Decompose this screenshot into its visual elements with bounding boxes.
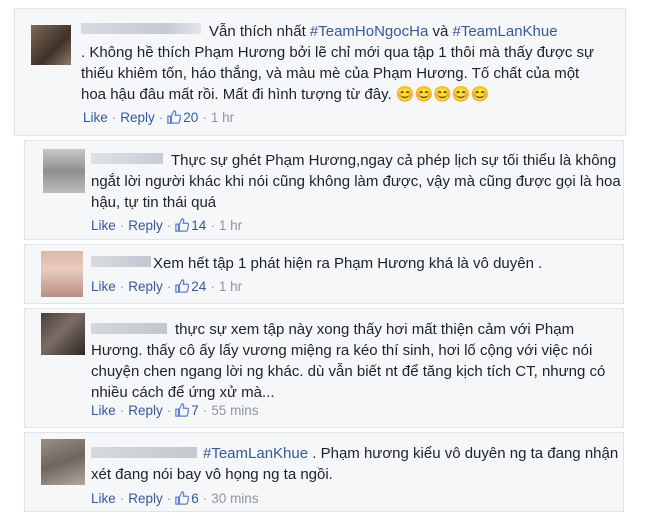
comment-actions: Like · Reply · 20 · 1 hr [83,110,235,125]
reply-link[interactable]: Reply [128,491,163,506]
avatar[interactable] [41,439,85,485]
comment-text: thực sự xem tập này xong thấy hơi mất th… [91,319,621,403]
thumbs-up-icon[interactable] [175,218,190,232]
like-count[interactable]: 24 [191,279,206,294]
emoji-row: 😊😊😊😊😊 [395,86,490,103]
hashtag-link[interactable]: #TeamLanKhue [203,445,308,462]
comment-text: Xem hết tập 1 phát hiện ra Phạm Hương kh… [91,253,621,274]
like-link[interactable]: Like [91,218,116,233]
comment-card: Thực sự ghét Phạm Hương,ngay cả phép lịc… [24,140,624,240]
comment-card: Xem hết tập 1 phát hiện ra Phạm Hương kh… [24,244,624,304]
comment-text: #TeamLanKhue . Phạm hương kiểu vô duyên … [91,443,621,485]
thumbs-up-icon[interactable] [175,491,190,505]
comment-actions: Like · Reply · 14 · 1 hr [91,218,243,233]
comment-actions: Like · Reply · 7 · 55 mins [91,403,259,418]
comment-body: . Không hề thích Phạm Hương bởi lẽ chỉ m… [81,44,595,103]
reply-link[interactable]: Reply [128,279,163,294]
avatar[interactable] [43,149,85,193]
like-link[interactable]: Like [83,110,108,125]
avatar[interactable] [31,25,71,65]
timestamp[interactable]: 1 hr [219,279,242,294]
like-link[interactable]: Like [91,403,116,418]
comment-lead: Vẫn thích nhất [209,23,310,40]
comment-text: Thực sự ghét Phạm Hương,ngay cả phép lịc… [91,150,621,213]
like-count[interactable]: 20 [183,110,198,125]
thumbs-up-icon[interactable] [167,110,182,124]
reply-link[interactable]: Reply [128,403,163,418]
comment-card: thực sự xem tập này xong thấy hơi mất th… [24,308,624,428]
comment-body: Xem hết tập 1 phát hiện ra Phạm Hương kh… [153,255,543,272]
thumbs-up-icon[interactable] [175,403,190,417]
timestamp[interactable]: 30 mins [211,491,258,506]
comment-body: . Phạm hương kiểu vô duyên ng ta đang nh… [91,445,619,483]
like-count[interactable]: 7 [191,403,199,418]
avatar[interactable] [41,251,83,297]
timestamp[interactable]: 55 mins [211,403,258,418]
like-count[interactable]: 6 [191,491,199,506]
hashtag-link[interactable]: #TeamLanKhue [452,23,557,40]
comment-body: Thực sự ghét Phạm Hương,ngay cả phép lịc… [91,152,621,211]
thumbs-up-icon[interactable] [175,279,190,293]
comment-card: #TeamLanKhue . Phạm hương kiểu vô duyên … [24,432,624,512]
comment-actions: Like · Reply · 6 · 30 mins [91,491,259,506]
timestamp[interactable]: 1 hr [211,110,234,125]
comment-mid: và [428,23,453,40]
timestamp[interactable]: 1 hr [219,218,242,233]
hashtag-link[interactable]: #TeamHoNgocHa [310,23,428,40]
comment-actions: Like · Reply · 24 · 1 hr [91,279,243,294]
like-count[interactable]: 14 [191,218,206,233]
avatar[interactable] [41,313,85,355]
reply-link[interactable]: Reply [120,110,155,125]
reply-link[interactable]: Reply [128,218,163,233]
comment-card: Vẫn thích nhất #TeamHoNgocHa và #TeamLan… [14,8,626,136]
like-link[interactable]: Like [91,491,116,506]
like-link[interactable]: Like [91,279,116,294]
comment-body: thực sự xem tập này xong thấy hơi mất th… [91,321,606,401]
comment-text: Vẫn thích nhất #TeamHoNgocHa và #TeamLan… [81,21,601,105]
